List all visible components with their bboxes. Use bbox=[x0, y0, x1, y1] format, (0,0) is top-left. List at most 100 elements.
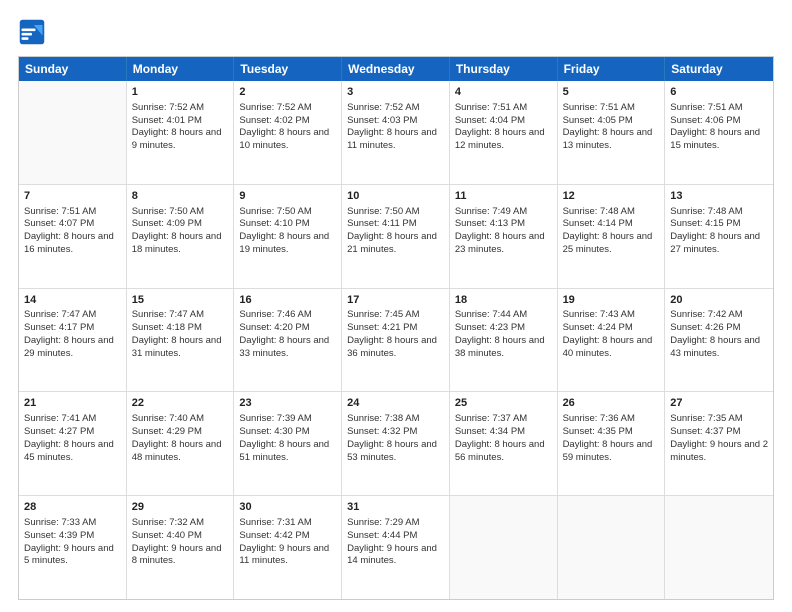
sunrise-text: Sunrise: 7:40 AM bbox=[132, 413, 229, 426]
day-cell-27: 27Sunrise: 7:35 AMSunset: 4:37 PMDayligh… bbox=[665, 392, 773, 495]
sunset-text: Sunset: 4:06 PM bbox=[670, 115, 768, 128]
daylight-text: Daylight: 8 hours and 31 minutes. bbox=[132, 335, 229, 361]
day-cell-20: 20Sunrise: 7:42 AMSunset: 4:26 PMDayligh… bbox=[665, 289, 773, 392]
sunset-text: Sunset: 4:15 PM bbox=[670, 218, 768, 231]
week-row-1: 1Sunrise: 7:52 AMSunset: 4:01 PMDaylight… bbox=[19, 81, 773, 184]
daylight-text: Daylight: 8 hours and 45 minutes. bbox=[24, 439, 121, 465]
sunset-text: Sunset: 4:20 PM bbox=[239, 322, 336, 335]
day-cell-16: 16Sunrise: 7:46 AMSunset: 4:20 PMDayligh… bbox=[234, 289, 342, 392]
daylight-text: Daylight: 8 hours and 40 minutes. bbox=[563, 335, 660, 361]
day-cell-14: 14Sunrise: 7:47 AMSunset: 4:17 PMDayligh… bbox=[19, 289, 127, 392]
sunset-text: Sunset: 4:40 PM bbox=[132, 530, 229, 543]
day-number: 13 bbox=[670, 189, 768, 204]
sunrise-text: Sunrise: 7:39 AM bbox=[239, 413, 336, 426]
day-cell-7: 7Sunrise: 7:51 AMSunset: 4:07 PMDaylight… bbox=[19, 185, 127, 288]
day-number: 1 bbox=[132, 85, 229, 100]
sunrise-text: Sunrise: 7:36 AM bbox=[563, 413, 660, 426]
sunset-text: Sunset: 4:07 PM bbox=[24, 218, 121, 231]
day-cell-8: 8Sunrise: 7:50 AMSunset: 4:09 PMDaylight… bbox=[127, 185, 235, 288]
header-day-wednesday: Wednesday bbox=[342, 57, 450, 81]
daylight-text: Daylight: 8 hours and 23 minutes. bbox=[455, 231, 552, 257]
sunrise-text: Sunrise: 7:50 AM bbox=[132, 206, 229, 219]
day-cell-26: 26Sunrise: 7:36 AMSunset: 4:35 PMDayligh… bbox=[558, 392, 666, 495]
page: SundayMondayTuesdayWednesdayThursdayFrid… bbox=[0, 0, 792, 612]
header bbox=[18, 18, 774, 46]
day-number: 27 bbox=[670, 396, 768, 411]
daylight-text: Daylight: 8 hours and 48 minutes. bbox=[132, 439, 229, 465]
week-row-5: 28Sunrise: 7:33 AMSunset: 4:39 PMDayligh… bbox=[19, 495, 773, 599]
day-number: 31 bbox=[347, 500, 444, 515]
daylight-text: Daylight: 8 hours and 56 minutes. bbox=[455, 439, 552, 465]
sunset-text: Sunset: 4:24 PM bbox=[563, 322, 660, 335]
daylight-text: Daylight: 8 hours and 25 minutes. bbox=[563, 231, 660, 257]
daylight-text: Daylight: 8 hours and 12 minutes. bbox=[455, 127, 552, 153]
day-number: 15 bbox=[132, 293, 229, 308]
sunset-text: Sunset: 4:04 PM bbox=[455, 115, 552, 128]
daylight-text: Daylight: 8 hours and 16 minutes. bbox=[24, 231, 121, 257]
sunset-text: Sunset: 4:13 PM bbox=[455, 218, 552, 231]
sunset-text: Sunset: 4:30 PM bbox=[239, 426, 336, 439]
sunset-text: Sunset: 4:02 PM bbox=[239, 115, 336, 128]
week-row-2: 7Sunrise: 7:51 AMSunset: 4:07 PMDaylight… bbox=[19, 184, 773, 288]
header-day-sunday: Sunday bbox=[19, 57, 127, 81]
logo-icon bbox=[18, 18, 46, 46]
day-number: 28 bbox=[24, 500, 121, 515]
day-cell-15: 15Sunrise: 7:47 AMSunset: 4:18 PMDayligh… bbox=[127, 289, 235, 392]
sunrise-text: Sunrise: 7:46 AM bbox=[239, 309, 336, 322]
day-number: 25 bbox=[455, 396, 552, 411]
day-number: 10 bbox=[347, 189, 444, 204]
sunrise-text: Sunrise: 7:37 AM bbox=[455, 413, 552, 426]
day-number: 30 bbox=[239, 500, 336, 515]
calendar-body: 1Sunrise: 7:52 AMSunset: 4:01 PMDaylight… bbox=[19, 81, 773, 599]
sunset-text: Sunset: 4:27 PM bbox=[24, 426, 121, 439]
sunrise-text: Sunrise: 7:43 AM bbox=[563, 309, 660, 322]
daylight-text: Daylight: 9 hours and 2 minutes. bbox=[670, 439, 768, 465]
sunrise-text: Sunrise: 7:48 AM bbox=[563, 206, 660, 219]
sunrise-text: Sunrise: 7:41 AM bbox=[24, 413, 121, 426]
header-day-monday: Monday bbox=[127, 57, 235, 81]
sunset-text: Sunset: 4:29 PM bbox=[132, 426, 229, 439]
daylight-text: Daylight: 8 hours and 10 minutes. bbox=[239, 127, 336, 153]
day-cell-21: 21Sunrise: 7:41 AMSunset: 4:27 PMDayligh… bbox=[19, 392, 127, 495]
day-number: 9 bbox=[239, 189, 336, 204]
header-day-friday: Friday bbox=[558, 57, 666, 81]
day-cell-3: 3Sunrise: 7:52 AMSunset: 4:03 PMDaylight… bbox=[342, 81, 450, 184]
day-cell-11: 11Sunrise: 7:49 AMSunset: 4:13 PMDayligh… bbox=[450, 185, 558, 288]
sunset-text: Sunset: 4:35 PM bbox=[563, 426, 660, 439]
daylight-text: Daylight: 9 hours and 8 minutes. bbox=[132, 543, 229, 569]
sunrise-text: Sunrise: 7:52 AM bbox=[132, 102, 229, 115]
sunset-text: Sunset: 4:34 PM bbox=[455, 426, 552, 439]
sunset-text: Sunset: 4:44 PM bbox=[347, 530, 444, 543]
sunset-text: Sunset: 4:17 PM bbox=[24, 322, 121, 335]
sunrise-text: Sunrise: 7:44 AM bbox=[455, 309, 552, 322]
day-number: 11 bbox=[455, 189, 552, 204]
day-number: 6 bbox=[670, 85, 768, 100]
day-number: 18 bbox=[455, 293, 552, 308]
day-cell-6: 6Sunrise: 7:51 AMSunset: 4:06 PMDaylight… bbox=[665, 81, 773, 184]
calendar: SundayMondayTuesdayWednesdayThursdayFrid… bbox=[18, 56, 774, 600]
sunrise-text: Sunrise: 7:35 AM bbox=[670, 413, 768, 426]
day-number: 16 bbox=[239, 293, 336, 308]
daylight-text: Daylight: 8 hours and 21 minutes. bbox=[347, 231, 444, 257]
sunrise-text: Sunrise: 7:52 AM bbox=[347, 102, 444, 115]
daylight-text: Daylight: 8 hours and 13 minutes. bbox=[563, 127, 660, 153]
day-cell-18: 18Sunrise: 7:44 AMSunset: 4:23 PMDayligh… bbox=[450, 289, 558, 392]
sunset-text: Sunset: 4:10 PM bbox=[239, 218, 336, 231]
day-cell-12: 12Sunrise: 7:48 AMSunset: 4:14 PMDayligh… bbox=[558, 185, 666, 288]
sunrise-text: Sunrise: 7:38 AM bbox=[347, 413, 444, 426]
sunrise-text: Sunrise: 7:45 AM bbox=[347, 309, 444, 322]
day-number: 22 bbox=[132, 396, 229, 411]
day-number: 2 bbox=[239, 85, 336, 100]
day-number: 5 bbox=[563, 85, 660, 100]
empty-cell bbox=[19, 81, 127, 184]
sunrise-text: Sunrise: 7:32 AM bbox=[132, 517, 229, 530]
sunrise-text: Sunrise: 7:48 AM bbox=[670, 206, 768, 219]
day-number: 26 bbox=[563, 396, 660, 411]
daylight-text: Daylight: 8 hours and 9 minutes. bbox=[132, 127, 229, 153]
header-day-thursday: Thursday bbox=[450, 57, 558, 81]
day-cell-13: 13Sunrise: 7:48 AMSunset: 4:15 PMDayligh… bbox=[665, 185, 773, 288]
sunrise-text: Sunrise: 7:47 AM bbox=[24, 309, 121, 322]
empty-cell bbox=[665, 496, 773, 599]
daylight-text: Daylight: 8 hours and 51 minutes. bbox=[239, 439, 336, 465]
sunset-text: Sunset: 4:05 PM bbox=[563, 115, 660, 128]
